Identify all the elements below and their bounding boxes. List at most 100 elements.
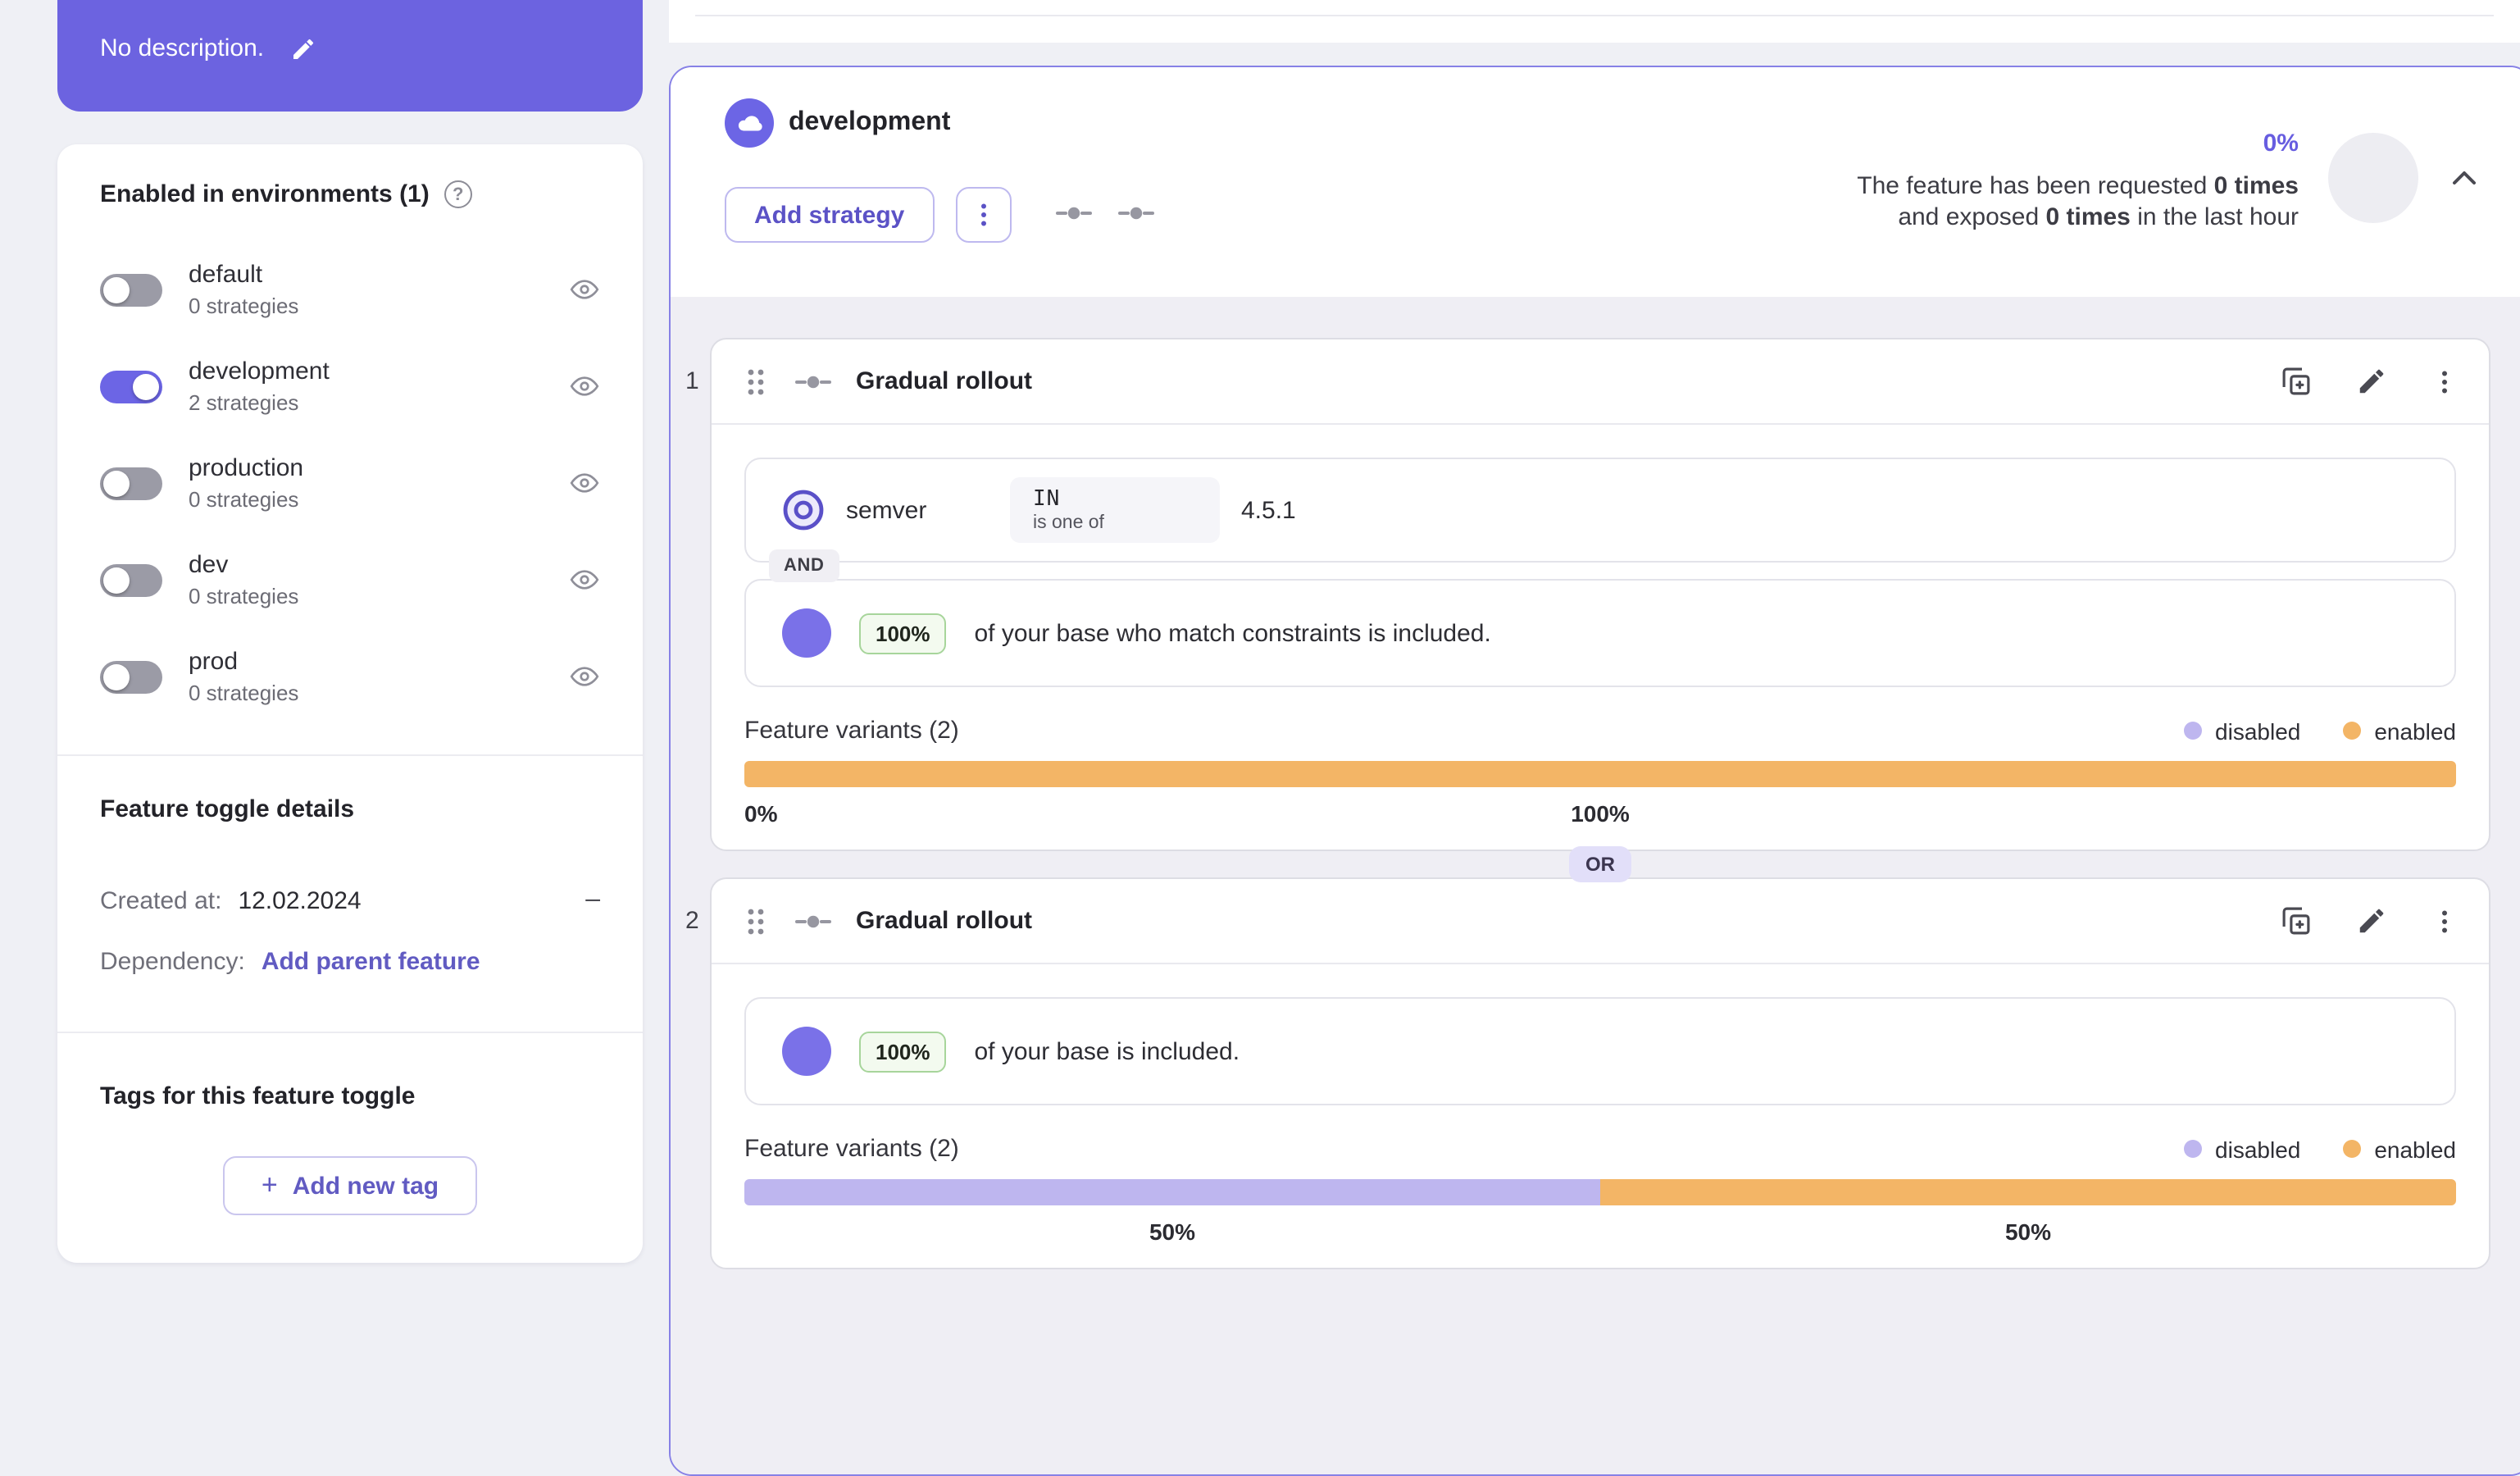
exposure-summary: The feature has been requested 0 times a…	[1857, 171, 2299, 233]
variants-label: Feature variants (2)	[744, 717, 959, 745]
variants-legend: disabled enabled	[2184, 718, 2456, 744]
strategy-title: Gradual rollout	[856, 907, 1033, 935]
environment-name: development	[189, 357, 330, 385]
environment-row-prod: prod 0 strategies	[57, 628, 643, 725]
edit-strategy-icon[interactable]	[2356, 366, 2387, 397]
environment-toggle[interactable]	[100, 563, 162, 596]
environment-toggle[interactable]	[100, 273, 162, 306]
environment-actions: Add strategy	[725, 187, 1154, 243]
environment-info: production 0 strategies	[189, 452, 303, 514]
collapse-environment-button[interactable]	[2443, 157, 2486, 200]
eye-icon[interactable]	[569, 371, 600, 402]
constraint-field: semver	[846, 496, 927, 524]
tags-section: Tags for this feature toggle + Add new t…	[57, 1033, 643, 1215]
copy-strategy-icon[interactable]	[2279, 364, 2313, 399]
environment-strategy-count: 0 strategies	[189, 583, 299, 608]
exposure-percent: 0%	[2263, 130, 2299, 157]
environment-strategy-count: 0 strategies	[189, 293, 299, 318]
environment-info: dev 0 strategies	[189, 549, 298, 611]
add-new-tag-label: Add new tag	[292, 1172, 439, 1200]
legend-dot	[2343, 722, 2362, 740]
strategy-title: Gradual rollout	[856, 367, 1033, 395]
feature-details-section: Feature toggle details Created at: 12.02…	[57, 756, 643, 976]
environment-menu-button[interactable]	[955, 187, 1012, 243]
strategy-1: 1 Gradual rollout semver IN is one of 4.…	[685, 338, 2490, 851]
constraint-value: 4.5.1	[1241, 496, 1296, 524]
legend-label: disabled	[2215, 718, 2301, 744]
environments-title: Enabled in environments (1)	[100, 180, 430, 208]
environment-toggle[interactable]	[100, 467, 162, 499]
eye-icon[interactable]	[569, 467, 600, 499]
rollout-strategy-icon	[1117, 200, 1154, 230]
variant-bar-label: 100%	[1571, 800, 1630, 827]
strategy-index: 2	[685, 907, 699, 935]
rollout-percent-chip: 100%	[859, 613, 947, 654]
strategy-body: semver IN is one of 4.5.1 AND 100% of yo…	[712, 425, 2489, 850]
legend-label: disabled	[2215, 1136, 2301, 1162]
rollout-text: of your base who match constraints is in…	[974, 619, 1491, 647]
variants-label: Feature variants (2)	[744, 1135, 959, 1163]
rollout: 100% of your base is included.	[744, 997, 2456, 1105]
joiner-row: AND	[744, 549, 2456, 582]
rollout: 100% of your base who match constraints …	[744, 579, 2456, 687]
strategy-index: 1	[685, 367, 699, 395]
variant-legend-enabled: enabled	[2343, 718, 2456, 744]
edit-strategy-icon[interactable]	[2356, 905, 2387, 936]
toggle-knob	[103, 567, 130, 593]
environment-strategies-card: development Add strategy 0% The feature …	[669, 66, 2520, 1476]
variants-bar-labels: 0% 100%	[744, 794, 2456, 827]
created-at-label: Created at:	[100, 886, 222, 914]
variants-bar	[744, 761, 2456, 787]
legend-label: enabled	[2374, 1136, 2456, 1162]
constraint-icon	[782, 489, 825, 531]
environment-strategy-count: 0 strategies	[189, 680, 299, 705]
environment-name: default	[189, 260, 263, 289]
copy-strategy-icon[interactable]	[2279, 904, 2313, 938]
variants-bar	[744, 1179, 2456, 1205]
eye-icon[interactable]	[569, 564, 600, 595]
drag-handle-icon[interactable]	[741, 904, 771, 937]
variants-legend: disabled enabled	[2184, 1136, 2456, 1162]
or-row: OR	[710, 846, 2490, 882]
strategy-body: 100% of your base is included. Feature v…	[712, 964, 2489, 1268]
toggle-knob	[103, 276, 130, 303]
rollout-text: of your base is included.	[974, 1037, 1240, 1065]
rollout-strategy-icon	[1055, 200, 1092, 230]
add-new-tag-button[interactable]: + Add new tag	[223, 1156, 477, 1215]
environment-info: development 2 strategies	[189, 355, 330, 417]
environments-panel: Enabled in environments (1) ? default 0 …	[57, 144, 643, 1263]
variant-legend-enabled: enabled	[2343, 1136, 2456, 1162]
environment-toggle[interactable]	[100, 370, 162, 403]
help-icon[interactable]: ?	[444, 180, 472, 208]
divider	[695, 15, 2494, 16]
environment-toggle[interactable]	[100, 660, 162, 693]
created-at-row: Created at: 12.02.2024 –	[100, 886, 600, 915]
environment-strategy-count: 0 strategies	[189, 486, 299, 512]
legend-dot	[2343, 1140, 2362, 1158]
environment-row-default: default 0 strategies	[57, 241, 643, 338]
strategy-menu-icon[interactable]	[2430, 367, 2459, 396]
add-strategy-button[interactable]: Add strategy	[725, 187, 935, 243]
add-parent-feature-link[interactable]: Add parent feature	[262, 948, 480, 976]
rollout-percent-chip: 100%	[859, 1031, 947, 1072]
variant-bar-label: 0%	[744, 800, 778, 827]
dependency-row: Dependency: Add parent feature	[100, 948, 600, 976]
tags-title: Tags for this feature toggle	[100, 1082, 416, 1110]
environment-title: development	[789, 108, 951, 136]
environment-header: development Add strategy 0% The feature …	[671, 67, 2520, 297]
operator-name: IN	[1033, 487, 1061, 512]
eye-icon[interactable]	[569, 274, 600, 305]
drag-handle-icon[interactable]	[741, 365, 771, 398]
collapse-details-button[interactable]: –	[585, 886, 600, 915]
environment-list: default 0 strategies development 2 strat…	[57, 241, 643, 725]
rollout-strategy-icon	[795, 373, 831, 390]
variant-bar-label: 50%	[1149, 1219, 1196, 1245]
eye-icon[interactable]	[569, 661, 600, 692]
rollout-icon	[782, 1027, 831, 1076]
toggle-knob	[103, 470, 130, 496]
strategy-menu-icon[interactable]	[2430, 906, 2459, 936]
legend-dot	[2184, 1140, 2203, 1158]
edit-description-icon[interactable]	[290, 35, 316, 61]
strategy-preview-icons	[1055, 200, 1154, 230]
cloud-environment-icon	[725, 98, 774, 148]
